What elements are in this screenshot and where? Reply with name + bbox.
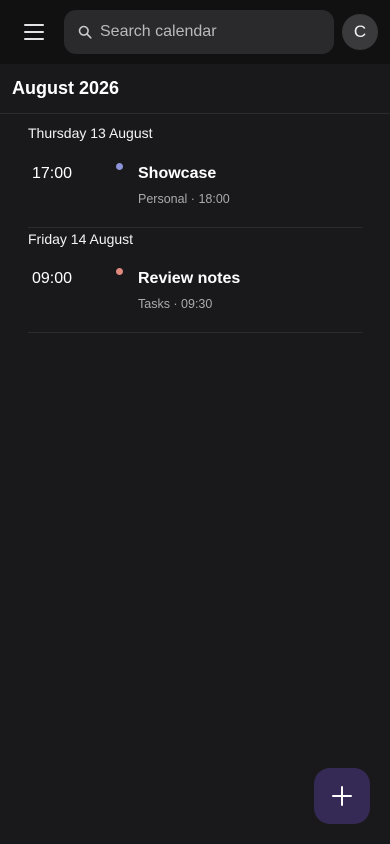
event-start-time: 17:00 bbox=[32, 165, 73, 182]
day-header: Friday 14 August bbox=[28, 231, 134, 247]
event-details: Personal · 18:00 bbox=[138, 192, 230, 206]
event-title: Showcase bbox=[138, 165, 217, 182]
event-item[interactable]: 17:00 Showcase Personal · 18:00 bbox=[28, 155, 362, 215]
search-bar[interactable] bbox=[64, 10, 334, 54]
menu-button[interactable] bbox=[14, 12, 54, 52]
account-avatar[interactable]: C bbox=[342, 14, 378, 50]
event-item[interactable]: 09:00 Review notes Tasks · 09:30 bbox=[28, 260, 362, 320]
hamburger-menu-icon bbox=[24, 24, 44, 26]
event-title: Review notes bbox=[138, 270, 241, 287]
divider bbox=[28, 227, 362, 228]
day-header: Thursday 13 August bbox=[28, 125, 153, 141]
add-event-button[interactable] bbox=[314, 768, 370, 824]
search-icon bbox=[78, 25, 92, 39]
event-details: Tasks · 09:30 bbox=[138, 297, 213, 311]
search-input[interactable] bbox=[100, 10, 326, 54]
top-app-bar: C bbox=[0, 0, 390, 64]
month-title: August 2026 bbox=[12, 78, 120, 98]
plus-icon bbox=[332, 786, 352, 806]
event-start-time: 09:00 bbox=[32, 270, 73, 287]
divider bbox=[0, 113, 390, 114]
divider bbox=[28, 332, 362, 333]
calendar-color-dot bbox=[116, 268, 123, 275]
calendar-color-dot bbox=[116, 163, 123, 170]
